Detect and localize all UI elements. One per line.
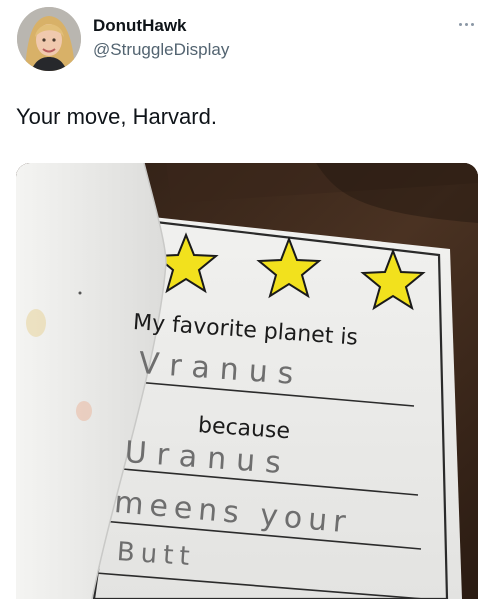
more-dot: [470, 22, 474, 26]
user-handle[interactable]: @StruggleDisplay: [93, 40, 229, 60]
more-options-button[interactable]: [452, 16, 480, 32]
avatar[interactable]: [17, 7, 81, 71]
more-dot: [464, 22, 468, 26]
display-name[interactable]: DonutHawk: [93, 16, 187, 36]
more-horizontal-icon: [458, 22, 462, 26]
tweet: DonutHawk @StruggleDisplay Your move, Ha…: [0, 0, 494, 599]
tweet-text: Your move, Harvard.: [16, 104, 217, 129]
handwritten-reason-line-3: Butt: [115, 537, 197, 573]
tweet-photo[interactable]: My favorite planet is Vranus because Ura…: [16, 163, 478, 599]
